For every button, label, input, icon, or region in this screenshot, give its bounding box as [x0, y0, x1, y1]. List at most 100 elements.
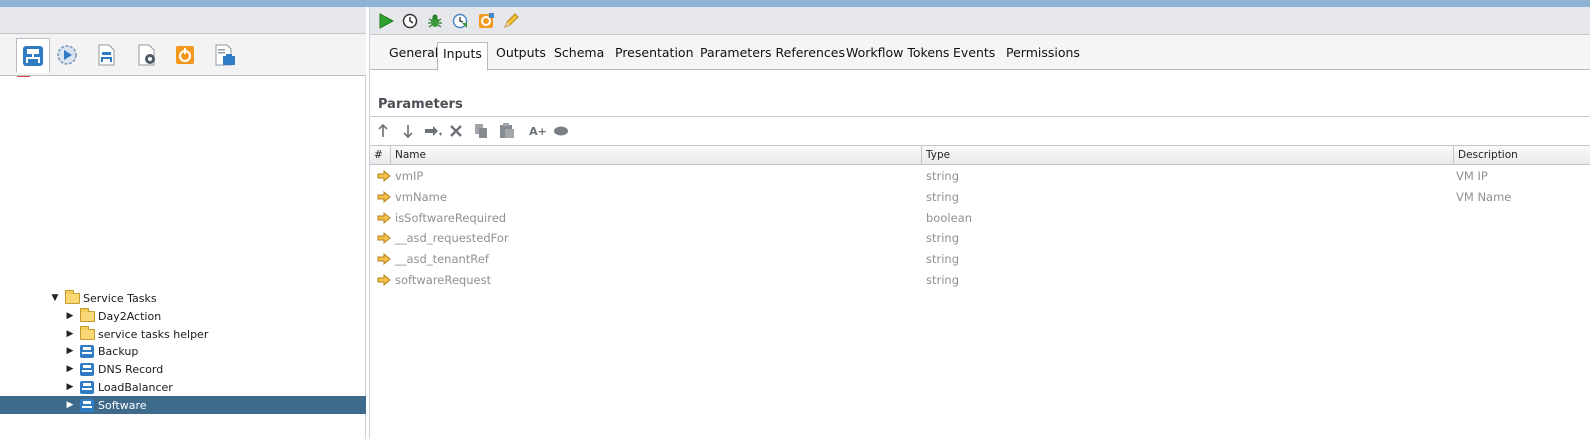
expand-toggle-icon[interactable]: ▶ [65, 382, 75, 392]
table-row[interactable]: __asd_tenantRef string [370, 249, 1590, 270]
input-arrow-icon [377, 232, 391, 245]
tab-workflows[interactable] [16, 38, 50, 73]
section-divider [370, 116, 1590, 117]
col-type[interactable]: Type [921, 146, 1453, 165]
expand-toggle-icon[interactable]: ▶ [65, 364, 75, 374]
schedule-icon [452, 13, 468, 29]
move-down-icon [403, 125, 413, 138]
tree-item[interactable]: ▶ Backup [0, 342, 366, 360]
delete-icon [450, 125, 462, 137]
table-row[interactable]: isSoftwareRequired boolean [370, 208, 1590, 229]
workflow-editor: General Inputs Outputs Schema Presentation Pa… [369, 7, 1590, 439]
history-button[interactable] [401, 12, 419, 30]
paste-button[interactable] [498, 122, 516, 140]
param-type: string [926, 273, 960, 287]
run-tab-icon [57, 45, 77, 65]
actions-tab-icon [138, 44, 155, 66]
table-row[interactable]: vmName string VM Name [370, 187, 1590, 208]
collapse-toggle-icon[interactable]: ▼ [50, 293, 60, 303]
resources-tab-icon [176, 46, 194, 64]
delete-button[interactable] [448, 122, 464, 140]
param-type: boolean [926, 210, 972, 225]
tree-item[interactable]: ▶ DNS Record [0, 360, 366, 378]
tab-parameters-references[interactable]: Parameters References [695, 42, 850, 70]
tree-item[interactable]: ▶ service tasks helper [0, 325, 366, 343]
expand-toggle-icon[interactable]: ▶ [65, 311, 75, 321]
param-type: string [926, 231, 960, 246]
table-header: # Name Type Description [370, 145, 1590, 165]
validate-button[interactable] [477, 12, 495, 30]
packages-tab-icon [215, 44, 235, 66]
param-name: __asd_tenantRef [395, 252, 489, 267]
tree-item-label: DNS Record [98, 362, 164, 376]
validate-icon [479, 13, 494, 28]
workflow-icon [80, 398, 95, 412]
tab-actions[interactable] [130, 38, 164, 72]
editor-tabs: General Inputs Outputs Schema Presentation Pa… [370, 35, 1590, 71]
inventory-panel: ▼ Service Tasks ▶ Day2Action ▶ service tasks … [0, 7, 366, 439]
move-down-button[interactable] [400, 122, 416, 140]
expand-toggle-icon[interactable]: ▶ [65, 400, 75, 410]
tree-item[interactable]: ▶ Software [0, 396, 366, 414]
debug-icon [428, 14, 442, 28]
tab-run[interactable] [50, 38, 84, 72]
param-name: vmIP [395, 169, 424, 183]
param-name: softwareRequest [395, 273, 492, 287]
add-attribute-icon: A+ [529, 124, 547, 138]
folder-icon [65, 289, 80, 305]
param-name: __asd_requestedFor [395, 231, 509, 246]
col-index[interactable]: # [370, 146, 390, 165]
tab-general[interactable]: General [384, 42, 443, 70]
copy-button[interactable] [473, 122, 489, 140]
table-row[interactable]: __asd_requestedFor string [370, 228, 1590, 249]
add-attribute-button[interactable]: A+ [527, 122, 549, 140]
folder-icon [80, 307, 95, 323]
schedule-button[interactable] [451, 12, 469, 30]
window-top-band [0, 0, 1590, 7]
move-to-icon [425, 126, 442, 136]
run-icon [379, 13, 394, 29]
debug-button[interactable] [426, 12, 444, 30]
tab-schema[interactable]: Schema [549, 42, 609, 70]
parameters-toolbar: A+ [370, 118, 1590, 145]
tab-design[interactable] [89, 38, 123, 72]
run-button[interactable] [377, 12, 395, 30]
clock-icon [402, 13, 418, 29]
paste-icon [500, 123, 514, 138]
expand-toggle-icon[interactable]: ▶ [65, 346, 75, 356]
table-row[interactable]: softwareRequest string [370, 270, 1590, 291]
input-arrow-icon [377, 170, 391, 182]
editor-toolbar [370, 7, 1590, 35]
bind-icon [554, 126, 568, 136]
move-up-button[interactable] [375, 122, 391, 140]
input-arrow-icon [377, 211, 391, 224]
tab-outputs[interactable]: Outputs [491, 42, 551, 70]
inventory-header [0, 7, 366, 34]
col-name[interactable]: Name [390, 146, 921, 165]
tree-item[interactable]: ▶ Day2Action [0, 307, 366, 325]
param-name: isSoftwareRequired [395, 210, 507, 225]
param-description: VM IP [1456, 169, 1488, 183]
tab-events[interactable]: Events [948, 42, 1000, 70]
param-description: VM Name [1456, 189, 1512, 204]
edit-button[interactable] [502, 12, 520, 30]
tab-inputs[interactable]: Inputs [437, 42, 488, 71]
tab-presentation[interactable]: Presentation [610, 42, 699, 70]
tree-item-label: Service Tasks [83, 291, 157, 305]
tree-item[interactable]: ▶ LoadBalancer [0, 378, 366, 396]
move-to-button[interactable] [423, 122, 443, 140]
table-row[interactable]: vmIP string VM IP [370, 166, 1590, 187]
param-type: string [926, 252, 960, 267]
tab-permissions[interactable]: Permissions [1001, 42, 1085, 70]
tab-resources[interactable] [168, 38, 202, 72]
tree-item-label: Day2Action [98, 309, 162, 323]
copy-icon [475, 124, 487, 138]
expand-toggle-icon[interactable]: ▶ [65, 329, 75, 339]
inventory-tab-bar [0, 34, 366, 76]
tab-packages[interactable] [208, 38, 242, 72]
design-tab-icon [98, 44, 115, 66]
bind-button[interactable] [552, 122, 570, 140]
tab-workflow-tokens[interactable]: Workflow Tokens [841, 42, 954, 70]
col-description[interactable]: Description [1453, 146, 1590, 165]
tree-item[interactable]: ▼ Service Tasks [0, 289, 366, 307]
